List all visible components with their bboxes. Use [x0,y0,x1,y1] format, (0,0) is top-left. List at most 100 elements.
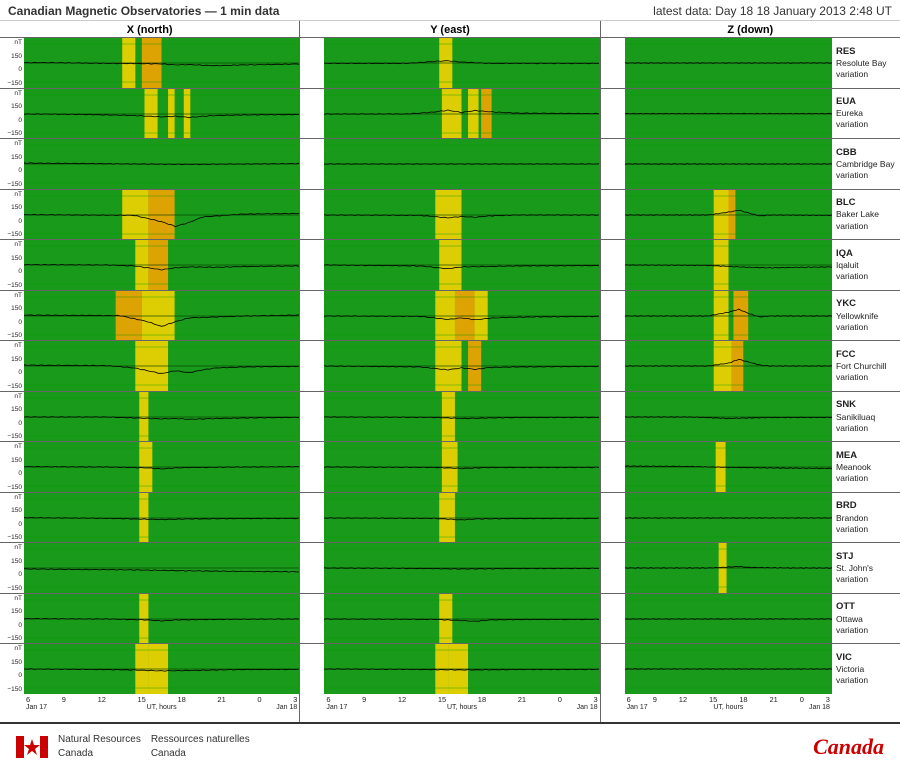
row-BRD-col-2: BRDBrandonvariation [601,493,900,544]
yticks-OTT-0: nT1500−150 [0,594,24,644]
yticks-RES-2 [601,38,625,88]
tick-9: 9 [62,695,66,704]
col-title-1: Y (east) [300,21,599,38]
yticks-VIC-2 [601,644,625,694]
xaxis-inner-1: 691215182103Jan 17 UT, hours Jan 18 [324,694,599,722]
header-latest: latest data: Day 18 18 January 2013 2:48… [653,4,892,18]
plot-CBB-col-1 [324,139,599,189]
tick-18: 18 [177,695,185,704]
footer-left: Natural Resources Canada Ressources natu… [16,733,250,761]
date-right-1: Jan 18 [577,704,598,711]
tick-21: 21 [769,695,777,704]
column-1: Y (east)691215182103Jan 17 UT, hours Jan… [300,21,600,722]
tick-6: 6 [326,695,330,704]
plot-CBB-col-0 [24,139,299,189]
yticks-YKC-1 [300,291,324,341]
plot-OTT-col-1 [324,594,599,644]
plot-MEA-col-0 [24,442,299,492]
tick-6: 6 [26,695,30,704]
row-SNK-col-1 [300,392,599,443]
footer-nrc-fr-text: Ressources naturelles Canada [151,733,250,761]
yticks-BLC-0: nT1500−150 [0,190,24,240]
plot-OTT-col-2 [625,594,832,644]
row-SNK-col-2: SNKSanikiluaqvariation [601,392,900,443]
plot-OTT-col-0 [24,594,299,644]
plot-SNK-col-0 [24,392,299,442]
tick-row-2: 691215182103 [625,695,832,704]
station-label-VIC: VICVictoriavariation [832,644,900,694]
date-right-0: Jan 18 [276,704,297,711]
tick-18: 18 [739,695,747,704]
row-MEA-col-1 [300,442,599,493]
row-IQA-col-0: nT1500−150 [0,240,299,291]
column-0: X (north)nT1500−150nT1500−150nT1500−150n… [0,21,300,722]
row-OTT-col-2: OTTOttawavariation [601,594,900,645]
yticks-MEA-1 [300,442,324,492]
yticks-FCC-2 [601,341,625,391]
yticks-MEA-2 [601,442,625,492]
xaxis-inner-2: 691215182103Jan 17 UT, hours Jan 18 [625,694,832,722]
row-VIC-col-2: VICVictoriavariation [601,644,900,694]
yticks-STJ-2 [601,543,625,593]
date-row-0: Jan 17 UT, hours Jan 18 [24,704,299,711]
plot-IQA-col-2 [625,240,832,290]
tick-0: 0 [800,695,804,704]
row-STJ-col-0: nT1500−150 [0,543,299,594]
date-left-1: Jan 17 [326,704,347,711]
plot-VIC-col-0 [24,644,299,694]
yticks-OTT-2 [601,594,625,644]
row-BLC-col-1 [300,190,599,241]
yticks-CBB-2 [601,139,625,189]
row-IQA-col-2: IQAIqaluitvariation [601,240,900,291]
plot-EUA-col-1 [324,89,599,139]
yticks-EUA-2 [601,89,625,139]
yticks-FCC-1 [300,341,324,391]
tick-row-0: 691215182103 [24,695,299,704]
tick-15: 15 [438,695,446,704]
yticks-RES-1 [300,38,324,88]
tick-21: 21 [217,695,225,704]
row-EUA-col-2: EUAEurekavariation [601,89,900,140]
row-FCC-col-0: nT1500−150 [0,341,299,392]
footer: Natural Resources Canada Ressources natu… [0,722,900,770]
column-2: Z (down)RESResolute BayvariationEUAEurek… [601,21,900,722]
row-IQA-col-1 [300,240,599,291]
chart-wrapper: X (north)nT1500−150nT1500−150nT1500−150n… [0,21,900,722]
date-left-0: Jan 17 [26,704,47,711]
station-label-FCC: FCCFort Churchillvariation [832,341,900,391]
yticks-STJ-0: nT1500−150 [0,543,24,593]
col-title-0: X (north) [0,21,299,38]
row-FCC-col-2: FCCFort Churchillvariation [601,341,900,392]
plot-BRD-col-0 [24,493,299,543]
footer-nrc-text: Natural Resources Canada [58,733,141,761]
plot-FCC-col-1 [324,341,599,391]
plot-IQA-col-1 [324,240,599,290]
row-MEA-col-0: nT1500−150 [0,442,299,493]
tick-3: 3 [593,695,597,704]
yticks-VIC-1 [300,644,324,694]
row-CBB-col-1 [300,139,599,190]
tick-3: 3 [826,695,830,704]
yticks-SNK-1 [300,392,324,442]
plot-BLC-col-2 [625,190,832,240]
yticks-IQA-0: nT1500−150 [0,240,24,290]
station-label-CBB: CBBCambridge Bayvariation [832,139,900,189]
plot-SNK-col-2 [625,392,832,442]
plot-BRD-col-1 [324,493,599,543]
tick-12: 12 [98,695,106,704]
date-row-1: Jan 17 UT, hours Jan 18 [324,704,599,711]
row-EUA-col-1 [300,89,599,140]
tick-21: 21 [518,695,526,704]
tick-12: 12 [679,695,687,704]
station-label-YKC: YKCYellowknifevariation [832,291,900,341]
row-SNK-col-0: nT1500−150 [0,392,299,443]
row-RES-col-0: nT1500−150 [0,38,299,89]
plot-BLC-col-0 [24,190,299,240]
yticks-CBB-1 [300,139,324,189]
plot-BRD-col-2 [625,493,832,543]
plot-RES-col-2 [625,38,832,88]
row-CBB-col-0: nT1500−150 [0,139,299,190]
tick-0: 0 [257,695,261,704]
tick-12: 12 [398,695,406,704]
yticks-BLC-1 [300,190,324,240]
